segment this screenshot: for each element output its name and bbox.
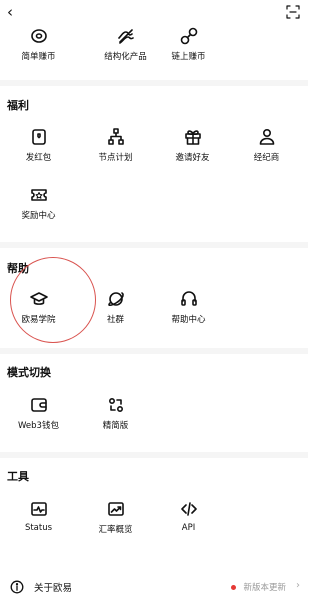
welfare-title: 福利 xyxy=(7,99,29,112)
lite-mode-item[interactable]: 精简版 xyxy=(77,395,154,431)
simple-earn-item[interactable]: 简单赚币 xyxy=(0,26,77,62)
item-label: 帮助中心 xyxy=(171,315,206,325)
structured-icon xyxy=(117,29,134,44)
planet-icon xyxy=(107,292,124,307)
rewards-center-item[interactable]: 奖励中心 xyxy=(0,185,77,221)
headset-icon xyxy=(180,291,197,306)
ticket-icon xyxy=(30,189,47,201)
coin-target-icon xyxy=(30,29,47,43)
red-packet-item[interactable]: 发红包 xyxy=(0,127,77,163)
mode-title: 模式切换 xyxy=(7,366,51,379)
item-label: 经纪商 xyxy=(253,153,280,163)
top-bar: ‹ xyxy=(0,0,308,26)
update-dot xyxy=(231,585,236,590)
about-label: 关于欧易 xyxy=(34,583,73,594)
item-label: 简单赚币 xyxy=(21,52,56,62)
api-item[interactable]: API xyxy=(150,499,227,533)
red-packet-icon xyxy=(31,129,46,145)
item-label: 汇率概览 xyxy=(98,525,133,535)
wallet-icon xyxy=(30,398,47,412)
invite-friends-item[interactable]: 邀请好友 xyxy=(154,127,231,163)
section-divider xyxy=(0,242,308,248)
item-label: 奖励中心 xyxy=(21,211,56,221)
chevron-right-icon: › xyxy=(296,580,300,591)
item-label: 发红包 xyxy=(25,153,52,163)
tools-title: 工具 xyxy=(7,470,29,483)
info-icon xyxy=(10,580,24,594)
code-icon xyxy=(180,502,197,516)
web3-wallet-item[interactable]: Web3钱包 xyxy=(0,395,77,431)
node-plan-icon xyxy=(107,128,124,145)
update-text: 新版本更新 xyxy=(243,583,286,593)
item-label: API xyxy=(181,523,196,533)
item-label: Web3钱包 xyxy=(18,421,59,431)
section-divider xyxy=(0,452,308,458)
back-arrow-icon[interactable]: ‹ xyxy=(7,3,13,21)
item-label: Status xyxy=(24,523,53,533)
status-icon xyxy=(30,502,47,516)
node-plan-item[interactable]: 节点计划 xyxy=(77,127,154,163)
status-item[interactable]: Status xyxy=(0,499,77,533)
chain-icon xyxy=(180,27,197,45)
switch-icon xyxy=(108,397,123,413)
item-label: 精简版 xyxy=(102,421,129,431)
broker-item[interactable]: 经纪商 xyxy=(228,127,305,163)
item-label: 链上赚币 xyxy=(171,52,206,62)
gift-icon xyxy=(184,130,201,145)
scan-icon[interactable] xyxy=(286,5,300,19)
item-label: 邀请好友 xyxy=(175,153,210,163)
broker-icon xyxy=(259,128,274,145)
highlight-circle xyxy=(10,257,96,343)
exchange-rate-item[interactable]: 汇率概览 xyxy=(77,499,154,535)
about-row[interactable]: 关于欧易 新版本更新 › xyxy=(0,572,308,602)
onchain-earn-item[interactable]: 链上赚币 xyxy=(150,26,227,62)
item-label: 节点计划 xyxy=(98,153,133,163)
section-divider xyxy=(0,348,308,354)
help-center-item[interactable]: 帮助中心 xyxy=(150,289,227,325)
exchange-rate-icon xyxy=(107,502,124,516)
section-divider xyxy=(0,80,308,86)
